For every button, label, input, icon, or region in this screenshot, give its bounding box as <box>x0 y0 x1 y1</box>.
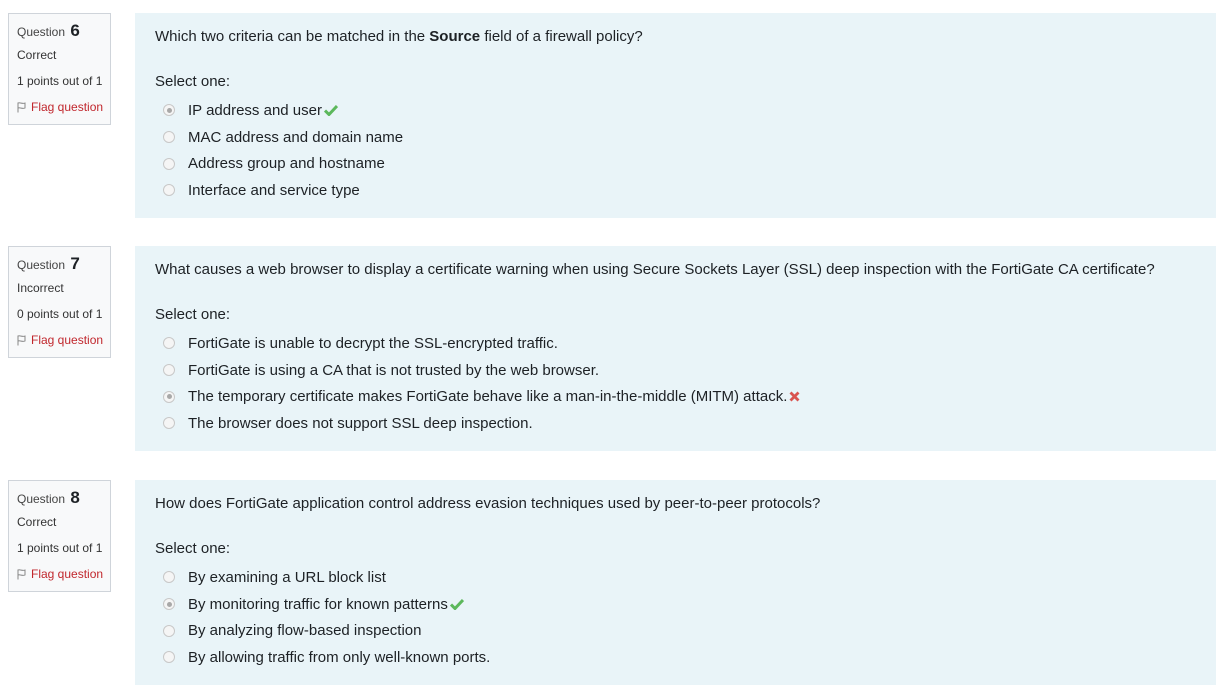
question-word: Question <box>17 492 66 506</box>
question-content: How does FortiGate application control a… <box>135 480 1216 685</box>
answer-option[interactable]: MAC address and domain name <box>163 124 403 151</box>
answer-label: Address group and hostname <box>188 155 385 173</box>
question-number-value: 7 <box>70 254 80 273</box>
answer-list: FortiGate is unable to decrypt the SSL-e… <box>163 330 800 437</box>
question-content: Which two criteria can be matched in the… <box>135 13 1216 218</box>
answer-option[interactable]: The browser does not support SSL deep in… <box>163 410 800 437</box>
answer-label: By allowing traffic from only well-known… <box>188 648 491 666</box>
select-one-prompt: Select one: <box>155 73 231 90</box>
cross-icon <box>789 391 800 402</box>
answer-radio[interactable] <box>163 157 175 170</box>
answer-label: FortiGate is unable to decrypt the SSL-e… <box>188 334 558 352</box>
question-number: Question 6 <box>17 20 110 42</box>
answer-label: IP address and user <box>188 101 322 119</box>
question-text-part: What causes a web browser to display a c… <box>155 261 1155 278</box>
answer-label: MAC address and domain name <box>188 128 404 146</box>
answer-label: The temporary certificate makes FortiGat… <box>188 388 788 406</box>
answer-label: FortiGate is using a CA that is not trus… <box>188 361 600 379</box>
answer-radio[interactable] <box>163 571 175 584</box>
answer-radio-selected[interactable] <box>163 390 175 403</box>
question-text-part: field of a firewall policy? <box>480 28 643 45</box>
flag-icon <box>17 568 26 579</box>
answer-radio[interactable] <box>163 364 175 377</box>
answer-option[interactable]: FortiGate is unable to decrypt the SSL-e… <box>163 330 800 357</box>
question-text-part: Which two criteria can be matched in the <box>155 28 430 45</box>
question-text: What causes a web browser to display a c… <box>155 261 1155 278</box>
answer-option[interactable]: By monitoring traffic for known patterns <box>163 591 490 618</box>
answer-label: The browser does not support SSL deep in… <box>188 414 533 432</box>
question-text-bold: Source <box>429 28 481 45</box>
question-state: Correct <box>17 48 57 62</box>
question-text: How does FortiGate application control a… <box>155 495 820 512</box>
question-content: What causes a web browser to display a c… <box>135 246 1216 451</box>
answer-label: By analyzing flow-based inspection <box>188 622 422 640</box>
answer-option[interactable]: FortiGate is using a CA that is not trus… <box>163 357 800 384</box>
answer-option[interactable]: Interface and service type <box>163 177 403 204</box>
question-word: Question <box>17 258 66 272</box>
answer-radio-selected[interactable] <box>163 598 175 611</box>
answer-list: By examining a URL block list By monitor… <box>163 564 490 671</box>
question-grade: 0 points out of 1 <box>17 307 103 321</box>
answer-option[interactable]: By allowing traffic from only well-known… <box>163 644 490 671</box>
flag-question-label: Flag question <box>31 333 104 347</box>
question-grade: 1 points out of 1 <box>17 541 103 555</box>
answer-radio[interactable] <box>163 184 175 197</box>
answer-label: By examining a URL block list <box>188 568 386 586</box>
answer-radio[interactable] <box>163 624 175 637</box>
answer-radio-selected[interactable] <box>163 104 175 117</box>
select-one-prompt: Select one: <box>155 540 231 557</box>
flag-icon <box>17 101 26 112</box>
answer-radio[interactable] <box>163 337 175 350</box>
answer-radio[interactable] <box>163 131 175 144</box>
answer-option[interactable]: The temporary certificate makes FortiGat… <box>163 383 800 410</box>
question-number-value: 6 <box>70 21 80 40</box>
answer-label: Interface and service type <box>188 181 360 199</box>
question-state: Incorrect <box>17 281 64 295</box>
answer-option[interactable]: By analyzing flow-based inspection <box>163 617 490 644</box>
check-icon <box>323 104 338 116</box>
flag-question-label: Flag question <box>31 100 104 114</box>
answer-option[interactable]: By examining a URL block list <box>163 564 490 591</box>
answer-radio[interactable] <box>163 651 175 664</box>
question-number: Question 8 <box>17 487 110 509</box>
question-number-value: 8 <box>70 488 80 507</box>
question-text-part: How does FortiGate application control a… <box>155 495 821 512</box>
answer-label: By monitoring traffic for known patterns <box>188 595 448 613</box>
question-state: Correct <box>17 515 57 529</box>
question-info: Question 8 Correct 1 points out of 1 Fla… <box>8 480 111 592</box>
question-number: Question 7 <box>17 253 110 275</box>
answer-list: IP address and user MAC address and doma… <box>163 97 403 204</box>
question-info: Question 7 Incorrect 0 points out of 1 F… <box>8 246 111 358</box>
select-one-prompt: Select one: <box>155 306 231 323</box>
flag-icon <box>17 334 26 345</box>
flag-question-link[interactable]: Flag question <box>17 98 110 116</box>
answer-radio[interactable] <box>163 417 175 430</box>
flag-question-link[interactable]: Flag question <box>17 331 110 349</box>
question-info: Question 6 Correct 1 points out of 1 Fla… <box>8 13 111 125</box>
answer-option[interactable]: IP address and user <box>163 97 403 124</box>
check-icon <box>449 598 464 610</box>
question-grade: 1 points out of 1 <box>17 74 103 88</box>
answer-option[interactable]: Address group and hostname <box>163 150 403 177</box>
flag-question-label: Flag question <box>31 567 104 581</box>
question-word: Question <box>17 25 66 39</box>
flag-question-link[interactable]: Flag question <box>17 565 110 583</box>
question-text: Which two criteria can be matched in the… <box>155 28 643 45</box>
